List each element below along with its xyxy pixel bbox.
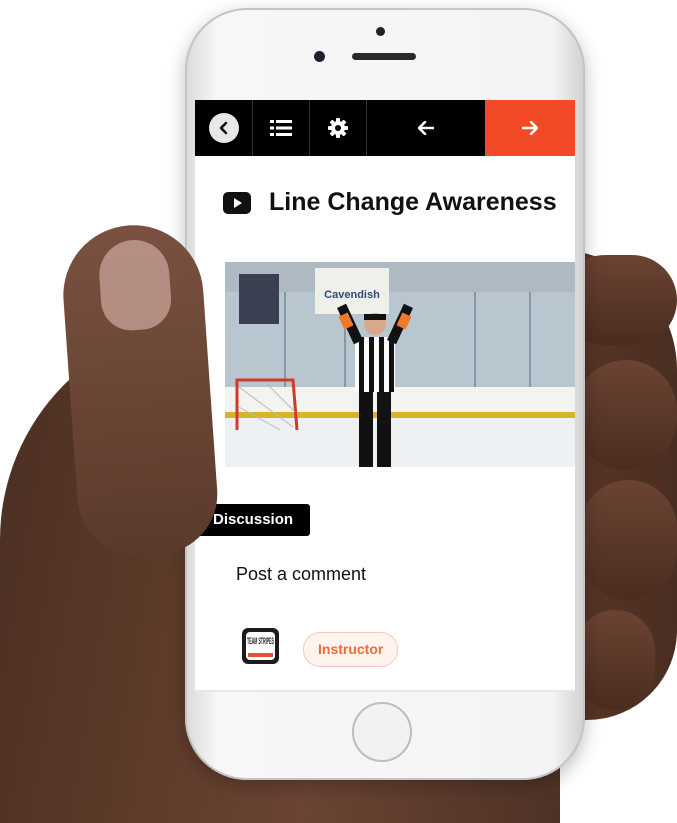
- lesson-title: Line Change Awareness: [269, 188, 557, 216]
- instructor-badge: Instructor: [303, 632, 399, 667]
- next-lesson-button[interactable]: [485, 100, 575, 156]
- previous-lesson-button[interactable]: [367, 100, 485, 156]
- front-camera: [376, 27, 385, 36]
- back-button[interactable]: [195, 100, 253, 156]
- lesson-list-button[interactable]: [253, 100, 310, 156]
- video-play-icon: [223, 191, 251, 214]
- lesson-title-row: Line Change Awareness: [223, 188, 557, 217]
- chevron-left-icon: [208, 113, 239, 143]
- video-thumbnail: Cavendish: [225, 262, 575, 467]
- arrow-right-icon: [522, 121, 538, 135]
- screen-divider: [195, 690, 575, 692]
- author-logo-text: TEAM STRIPES: [247, 636, 274, 646]
- earpiece-speaker: [352, 53, 416, 60]
- home-button[interactable]: [352, 702, 412, 762]
- arrow-left-icon: [418, 121, 434, 135]
- video-banner-text: Cavendish: [324, 289, 380, 301]
- phone-screen: Line Change Awareness Cavendish Discussi…: [195, 100, 575, 692]
- finger: [575, 610, 655, 710]
- author-logo: TEAM STRIPES: [238, 625, 283, 667]
- finger: [580, 480, 677, 600]
- post-comment-link[interactable]: Post a comment: [236, 564, 366, 585]
- settings-button[interactable]: [310, 100, 367, 156]
- lesson-toolbar: [195, 100, 575, 156]
- gear-icon: [328, 118, 348, 138]
- front-sensor: [314, 51, 325, 62]
- list-icon: [270, 120, 292, 136]
- lesson-video[interactable]: Cavendish: [225, 262, 575, 467]
- finger: [575, 360, 677, 470]
